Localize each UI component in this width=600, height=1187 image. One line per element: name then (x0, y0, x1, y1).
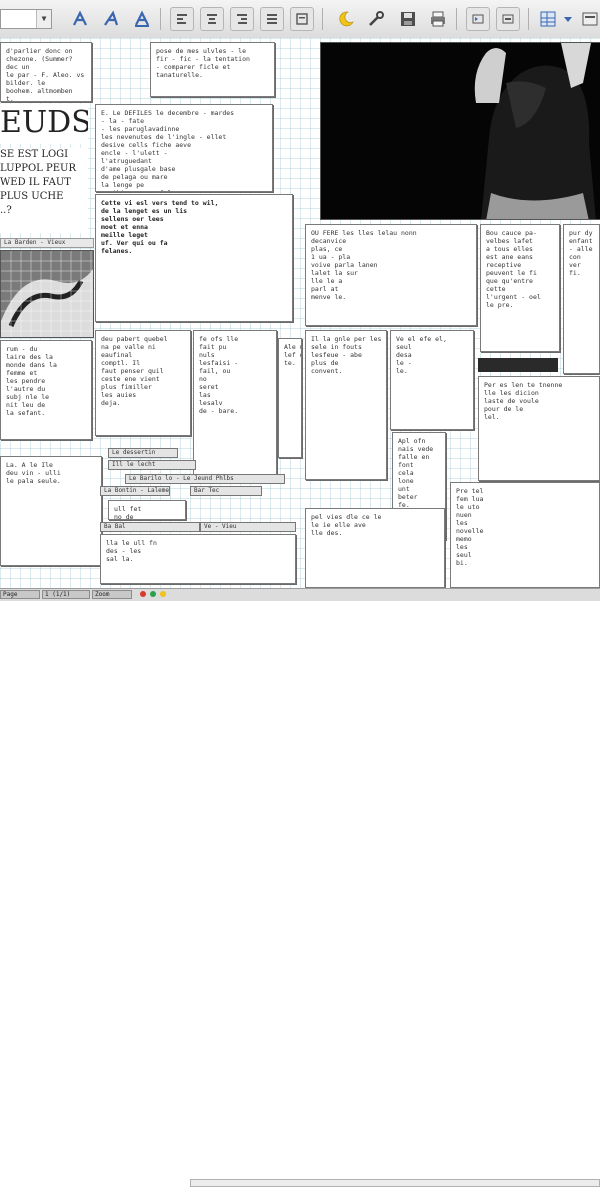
text-frame[interactable]: Il la gnle per les ver sele in fouts les… (305, 330, 387, 480)
indent-out-icon[interactable] (496, 7, 520, 31)
photo-image (321, 43, 600, 219)
text-frame[interactable]: rum - du laire des la monde dans la femm… (0, 340, 92, 440)
status-bar: Page 1 (1/1) Zoom (0, 588, 600, 1187)
toolbar: ▼ (0, 0, 600, 39)
text-frame[interactable]: OU FERE les lles lelau nonn decanvice pl… (305, 224, 477, 326)
text-frame[interactable]: Cette vi esl vers tend to wil, de la len… (95, 194, 293, 322)
align-justify-icon[interactable] (260, 7, 284, 31)
align-left-icon[interactable] (170, 7, 194, 31)
frame-text: Il la gnle per les ver sele in fouts les… (311, 335, 386, 375)
status-page[interactable]: Page (0, 590, 40, 599)
text-frame[interactable]: pur dy enfant - alle con ver fi. (563, 224, 600, 374)
frame-text: pur dy enfant - alle con ver fi. (569, 229, 593, 277)
save-icon[interactable] (396, 7, 420, 31)
moon-icon[interactable] (334, 7, 358, 31)
frame-text: fe ofs lle fait pu nuls lesfaisi - fail,… (199, 335, 239, 415)
caption-bar[interactable]: Le Barilo lo - Le Jeund Phlbs (125, 474, 285, 484)
caption-bar[interactable]: La Bontin - Lalemer (100, 486, 170, 496)
text-frame[interactable]: Pre tel fem lua le uto nuen les novelle … (450, 482, 600, 588)
caption-bar[interactable]: Le dessertin (108, 448, 178, 458)
yellow-status-icon (160, 591, 166, 597)
text-frame[interactable]: Ve el efe el, seul desa le - le. (390, 330, 474, 430)
align-center-icon[interactable] (200, 7, 224, 31)
toolbar-separator (160, 8, 161, 30)
selection-bar[interactable] (478, 358, 558, 372)
text-frame[interactable]: pose de mes ulvles - le fir - fic - la t… (150, 42, 275, 97)
frame-text: La. A le Ile deu vin - ulli le pala seul… (6, 461, 61, 485)
frame-text: Pre tel fem lua le uto nuen les novelle … (456, 487, 484, 567)
caption-bar[interactable]: Bar Tec (190, 486, 262, 496)
photo-image (1, 251, 93, 337)
text-frame[interactable]: fe ofs lle fait pu nuls lesfaisi - fail,… (193, 330, 277, 480)
text-frame[interactable]: d'parlier donc on chezone. (Summer? dec … (0, 42, 92, 102)
frame-text: d'parlier donc on chezone. (Summer? dec … (6, 47, 85, 102)
frame-text: Apl ofn nais vede falle en font cela lon… (398, 437, 434, 509)
format-icon[interactable] (290, 7, 314, 31)
text-style-b-icon[interactable] (100, 7, 124, 31)
text-frame[interactable]: Per es len te tnenne lle les dicion last… (478, 376, 600, 481)
document-canvas[interactable]: d'parlier donc on chezone. (Summer? dec … (0, 38, 600, 588)
frame-text: Cette vi esl vers tend to wil, de la len… (101, 199, 219, 255)
frame-text: ull fet no de la un ul. (114, 505, 142, 520)
green-status-icon (150, 591, 156, 597)
text-frame[interactable]: deu pabert quebel na pe valle ni eaufina… (95, 330, 191, 436)
dropdown-arrow-icon[interactable] (562, 7, 574, 31)
table-icon[interactable] (536, 7, 560, 31)
align-right-icon[interactable] (230, 7, 254, 31)
wrench-icon[interactable] (364, 7, 388, 31)
status-zoom[interactable]: Zoom (92, 590, 132, 599)
toolbar-separator (528, 8, 529, 30)
frame-text: pel vies dle ce le le ie elle ave lle de… (311, 513, 382, 537)
frame-text: pose de mes ulvles - le fir - fic - la t… (156, 47, 250, 79)
more-tools-icon[interactable] (578, 7, 600, 31)
headline[interactable]: EUDS (0, 104, 88, 144)
caption-bar[interactable]: Ba Bal (100, 522, 200, 532)
text-frame[interactable]: Ale mer lef ou te. (278, 338, 302, 458)
text-frame[interactable]: ull fet no de la un ul. (108, 500, 186, 520)
font-field[interactable]: ▼ (0, 9, 52, 29)
photo-caption[interactable]: La Barden - Vieux (0, 238, 94, 248)
text-frame[interactable]: lla le ull fn des - les sal la. (100, 534, 296, 584)
text-frame[interactable]: E. Le DEFILES le decembre - mardes - la … (95, 104, 273, 192)
frame-text: Ve el efe el, seul desa le - le. (396, 335, 447, 375)
text-frame[interactable]: La. A le Ile deu vin - ulli le pala seul… (0, 456, 102, 566)
photo-frame[interactable] (0, 250, 94, 338)
text-frame[interactable]: Bou cauce pa- velbes lafet a tous elles … (480, 224, 560, 352)
chevron-down-icon[interactable]: ▼ (36, 10, 51, 28)
text-frame[interactable]: pel vies dle ce le le ie elle ave lle de… (305, 508, 445, 588)
print-icon[interactable] (426, 7, 450, 31)
frame-text: Bou cauce pa- velbes lafet a tous elles … (486, 229, 541, 309)
indent-in-icon[interactable] (466, 7, 490, 31)
photo-frame[interactable] (320, 42, 600, 220)
text-style-c-icon[interactable] (130, 7, 154, 31)
caption-bar[interactable]: Ill le lecht (108, 460, 196, 470)
toolbar-separator (322, 8, 323, 30)
frame-text: lla le ull fn des - les sal la. (106, 539, 157, 563)
toolbar-separator (456, 8, 457, 30)
horizontal-scrollbar[interactable] (190, 1179, 600, 1187)
frame-text: OU FERE les lles lelau nonn decanvice pl… (311, 229, 417, 301)
status-page-count[interactable]: 1 (1/1) (42, 590, 90, 599)
frame-text: Per es len te tnenne lle les dicion last… (484, 381, 563, 421)
red-status-icon (140, 591, 146, 597)
caption-bar[interactable]: Ve - Vieu (200, 522, 296, 532)
frame-text: deu pabert quebel na pe valle ni eaufina… (101, 335, 168, 407)
subhead[interactable]: SE EST LOGI LUPPOL PEUR WED IL FAUT PLUS… (0, 148, 88, 233)
frame-text: rum - du laire des la monde dans la femm… (6, 345, 57, 417)
frame-text: E. Le DEFILES le decembre - mardes - la … (101, 109, 235, 191)
text-style-a-icon[interactable] (68, 7, 92, 31)
frame-text: Ale mer lef ou te. (284, 343, 301, 367)
